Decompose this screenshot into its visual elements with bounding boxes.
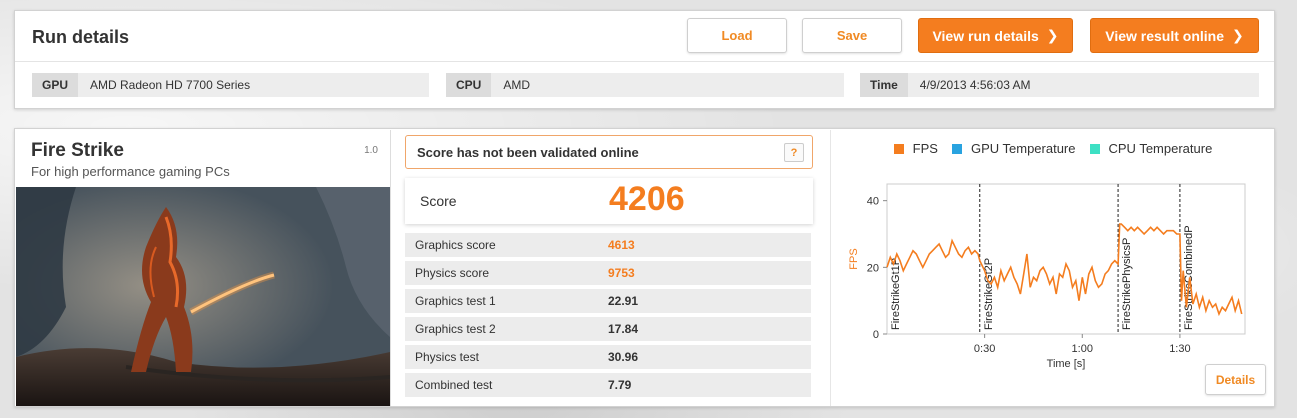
- legend-item[interactable]: CPU Temperature: [1089, 141, 1213, 156]
- load-button[interactable]: Load: [687, 18, 787, 53]
- gpu-field: GPU AMD Radeon HD 7700 Series: [32, 73, 429, 97]
- score-row-value: 7.79: [608, 378, 632, 392]
- legend-swatch: [951, 143, 962, 154]
- fire-strike-artwork: [16, 187, 390, 406]
- legend-label: GPU Temperature: [970, 141, 1076, 156]
- score-label: Score: [420, 193, 457, 209]
- legend-item[interactable]: FPS: [893, 141, 938, 156]
- x-tick-label: 0:30: [974, 343, 995, 355]
- x-tick-label: 1:00: [1072, 343, 1093, 355]
- test-card: Fire Strike For high performance gaming …: [16, 130, 391, 406]
- chart-plot: 0 20 40 0:30 1:00 1:30 Time [s] FPS FireStrikeGt…: [848, 183, 1246, 370]
- legend-label: CPU Temperature: [1108, 141, 1213, 156]
- time-label: Time: [860, 73, 908, 97]
- test-marker-label: FireStrikeGt1P: [890, 258, 902, 330]
- x-tick-label: 1:30: [1169, 343, 1190, 355]
- x-axis-label: Time [s]: [1047, 358, 1086, 370]
- score-box: Score 4206: [405, 178, 813, 224]
- save-button[interactable]: Save: [802, 18, 902, 53]
- test-name: Fire Strike: [31, 140, 124, 161]
- y-tick-label: 40: [867, 196, 879, 208]
- chart-legend: FPS GPU Temperature CPU Temperature: [831, 141, 1275, 156]
- score-row-label: Graphics test 1: [415, 294, 496, 308]
- y-tick-label: 20: [867, 262, 879, 274]
- score-row-label: Graphics score: [415, 238, 496, 252]
- score-row-value: 9753: [608, 266, 635, 280]
- test-version: 1.0: [364, 145, 378, 156]
- score-row-label: Physics score: [415, 266, 490, 280]
- gpu-value: AMD Radeon HD 7700 Series: [90, 78, 251, 92]
- score-row: Physics test 30.96: [405, 345, 811, 369]
- view-run-details-label: View run details: [932, 27, 1039, 44]
- score-row: Physics score 9753: [405, 261, 811, 285]
- view-result-online-button[interactable]: View result online ❯: [1090, 18, 1259, 53]
- score-row-value: 22.91: [608, 294, 639, 308]
- time-value: 4/9/2013 4:56:03 AM: [919, 78, 1031, 92]
- validation-notice: Score has not been validated online ?: [405, 135, 813, 169]
- score-row-label: Combined test: [415, 378, 493, 392]
- legend-item[interactable]: GPU Temperature: [951, 141, 1076, 156]
- legend-swatch: [893, 143, 904, 154]
- chevron-right-icon: ❯: [1046, 27, 1059, 43]
- run-details-title: Run details: [32, 27, 130, 47]
- legend-swatch: [1089, 143, 1100, 154]
- test-marker-label: FireStrikeGt2P: [983, 258, 995, 330]
- score-value: 4206: [609, 180, 685, 218]
- chevron-right-icon: ❯: [1232, 27, 1244, 43]
- time-field: Time 4/9/2013 4:56:03 AM: [860, 73, 1259, 97]
- performance-chart: FPS GPU Temperature CPU Temperature 0 20 40 0…: [830, 130, 1274, 406]
- y-tick-label: 0: [873, 329, 879, 341]
- fire-strike-artwork-graphic: [16, 187, 390, 406]
- score-row-label: Physics test: [415, 350, 480, 364]
- cpu-field: CPU AMD: [446, 73, 844, 97]
- test-subtitle: For high performance gaming PCs: [31, 164, 230, 179]
- score-column: Score has not been validated online ? Sc…: [405, 135, 813, 405]
- score-row-value: 30.96: [608, 350, 639, 364]
- run-details-panel: Run details Load Save View run details ❯…: [14, 10, 1275, 109]
- cpu-label: CPU: [446, 73, 492, 97]
- view-run-details-button[interactable]: View run details ❯: [918, 18, 1073, 53]
- help-button[interactable]: ?: [784, 143, 804, 162]
- gpu-label: GPU: [32, 73, 79, 97]
- score-row: Combined test 7.79: [405, 373, 811, 397]
- score-row: Graphics test 2 17.84: [405, 317, 811, 341]
- legend-label: FPS: [912, 141, 938, 156]
- view-result-online-label: View result online: [1105, 27, 1225, 44]
- score-row-label: Graphics test 2: [415, 322, 496, 336]
- result-panel: Fire Strike For high performance gaming …: [14, 128, 1275, 407]
- score-row: Graphics score 4613: [405, 233, 811, 257]
- score-row-value: 17.84: [608, 322, 639, 336]
- validation-text: Score has not been validated online: [417, 144, 639, 160]
- score-row: Graphics test 1 22.91: [405, 289, 811, 313]
- details-button[interactable]: Details: [1205, 364, 1266, 395]
- y-axis-label: FPS: [848, 248, 860, 269]
- score-row-value: 4613: [608, 238, 635, 252]
- test-marker-label: FireStrikePhysicsP: [1121, 238, 1133, 330]
- cpu-value: AMD: [503, 78, 531, 92]
- divider: [15, 61, 1274, 62]
